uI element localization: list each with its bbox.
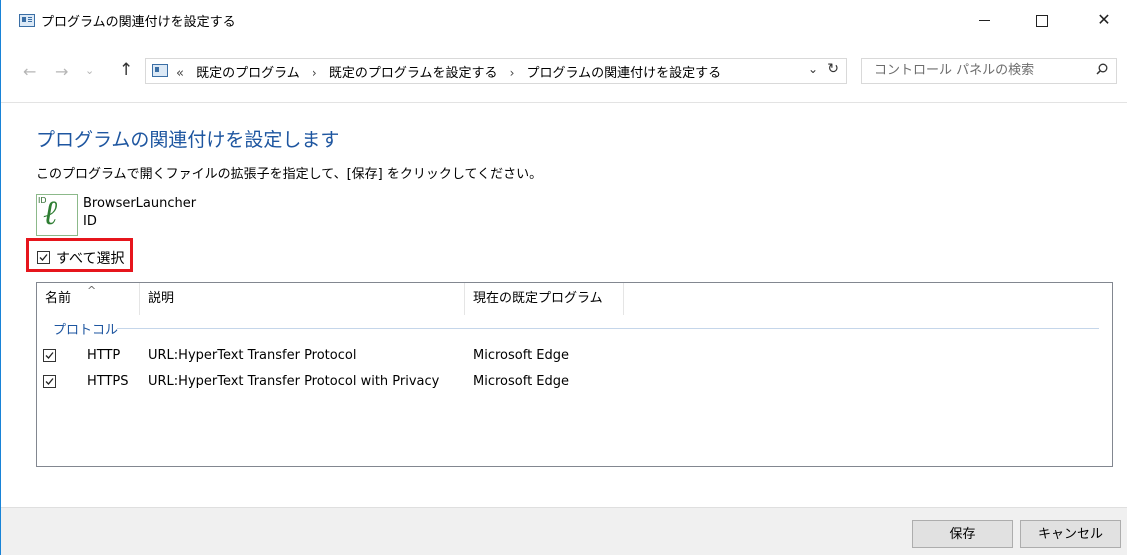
- column-header-current-default[interactable]: 現在の既定プログラム: [465, 283, 624, 315]
- column-header-name-label: 名前: [45, 291, 72, 306]
- navigation-bar: ← → ⌄ ↑ « 既定のプログラム › 既定のプログラムを設定する › プログ…: [1, 40, 1127, 103]
- association-list: 名前 ^ 説明 現在の既定プログラム プロトコル HTTP URL:HyperT…: [36, 282, 1113, 467]
- footer-bar: 保存 キャンセル: [1, 507, 1127, 555]
- column-header-description-label: 説明: [148, 291, 175, 306]
- recent-locations-dropdown[interactable]: ⌄: [85, 64, 94, 77]
- search-icon[interactable]: [1096, 63, 1108, 75]
- search-box[interactable]: [861, 58, 1117, 84]
- row-checkbox-https[interactable]: [43, 375, 56, 388]
- title-bar: プログラムの関連付けを設定する ✕: [1, 0, 1127, 40]
- column-header-current-default-label: 現在の既定プログラム: [473, 291, 603, 306]
- breadcrumb-item-set-default-programs[interactable]: 既定のプログラムを設定する: [329, 66, 498, 81]
- column-header-name[interactable]: 名前 ^: [37, 283, 140, 315]
- address-dropdown-icon[interactable]: ⌄: [808, 62, 818, 76]
- breadcrumb-overflow[interactable]: «: [176, 66, 184, 81]
- address-bar[interactable]: « 既定のプログラム › 既定のプログラムを設定する › プログラムの関連付けを…: [145, 58, 847, 84]
- select-all-checkbox[interactable]: [37, 251, 50, 264]
- maximize-button[interactable]: [1019, 0, 1065, 40]
- program-name: BrowserLauncher: [83, 196, 197, 211]
- select-all-label[interactable]: すべて選択: [56, 248, 124, 268]
- maximize-icon: [1036, 14, 1048, 27]
- group-divider: [117, 328, 1099, 329]
- group-header-protocol[interactable]: プロトコル: [53, 319, 118, 338]
- forward-button[interactable]: →: [55, 62, 68, 81]
- up-button[interactable]: ↑: [119, 60, 133, 80]
- row-name: HTTP: [87, 348, 121, 363]
- breadcrumb-item-default-programs[interactable]: 既定のプログラム: [196, 66, 300, 81]
- row-current-default: Microsoft Edge: [473, 348, 570, 363]
- row-name: HTTPS: [87, 374, 129, 389]
- instruction-text: このプログラムで開くファイルの拡張子を指定して、[保存] をクリックしてください…: [36, 167, 543, 182]
- row-description: URL:HyperText Transfer Protocol: [148, 348, 357, 363]
- checkmark-icon: [45, 378, 54, 385]
- row-checkbox-http[interactable]: [43, 349, 56, 362]
- close-button[interactable]: ✕: [1081, 0, 1127, 40]
- sort-ascending-icon: ^: [87, 284, 97, 297]
- list-item-http[interactable]: HTTP URL:HyperText Transfer Protocol Mic…: [37, 343, 1110, 369]
- cancel-button[interactable]: キャンセル: [1020, 520, 1121, 548]
- row-description: URL:HyperText Transfer Protocol with Pri…: [148, 374, 440, 389]
- back-button[interactable]: ←: [23, 62, 36, 81]
- breadcrumb-separator-icon[interactable]: ›: [312, 66, 317, 80]
- minimize-icon: [978, 20, 990, 21]
- control-panel-icon: [19, 14, 35, 27]
- program-icon-glyph: ℓ: [43, 193, 58, 233]
- checkmark-icon: [45, 352, 54, 359]
- list-item-https[interactable]: HTTPS URL:HyperText Transfer Protocol wi…: [37, 369, 1110, 395]
- program-icon: ID ℓ: [36, 193, 78, 236]
- row-current-default: Microsoft Edge: [473, 374, 570, 389]
- close-icon: ✕: [1097, 10, 1111, 29]
- page-title: プログラムの関連付けを設定します: [36, 129, 340, 151]
- program-id: ID: [83, 214, 97, 229]
- control-panel-icon: [152, 64, 168, 77]
- save-button[interactable]: 保存: [912, 520, 1013, 548]
- window: プログラムの関連付けを設定する ✕ ← → ⌄ ↑ « 既定のプログラム › 既…: [0, 0, 1127, 555]
- window-title: プログラムの関連付けを設定する: [41, 15, 236, 30]
- column-header-description[interactable]: 説明: [140, 283, 465, 315]
- minimize-button[interactable]: [961, 0, 1007, 40]
- breadcrumb: « 既定のプログラム › 既定のプログラムを設定する › プログラムの関連付けを…: [176, 62, 721, 81]
- select-all-highlight: すべて選択: [26, 238, 133, 272]
- refresh-icon[interactable]: ↻: [827, 61, 839, 77]
- search-input[interactable]: [872, 62, 1076, 79]
- breadcrumb-separator-icon[interactable]: ›: [510, 66, 515, 80]
- breadcrumb-item-set-associations[interactable]: プログラムの関連付けを設定する: [527, 66, 722, 81]
- checkmark-icon: [39, 254, 48, 261]
